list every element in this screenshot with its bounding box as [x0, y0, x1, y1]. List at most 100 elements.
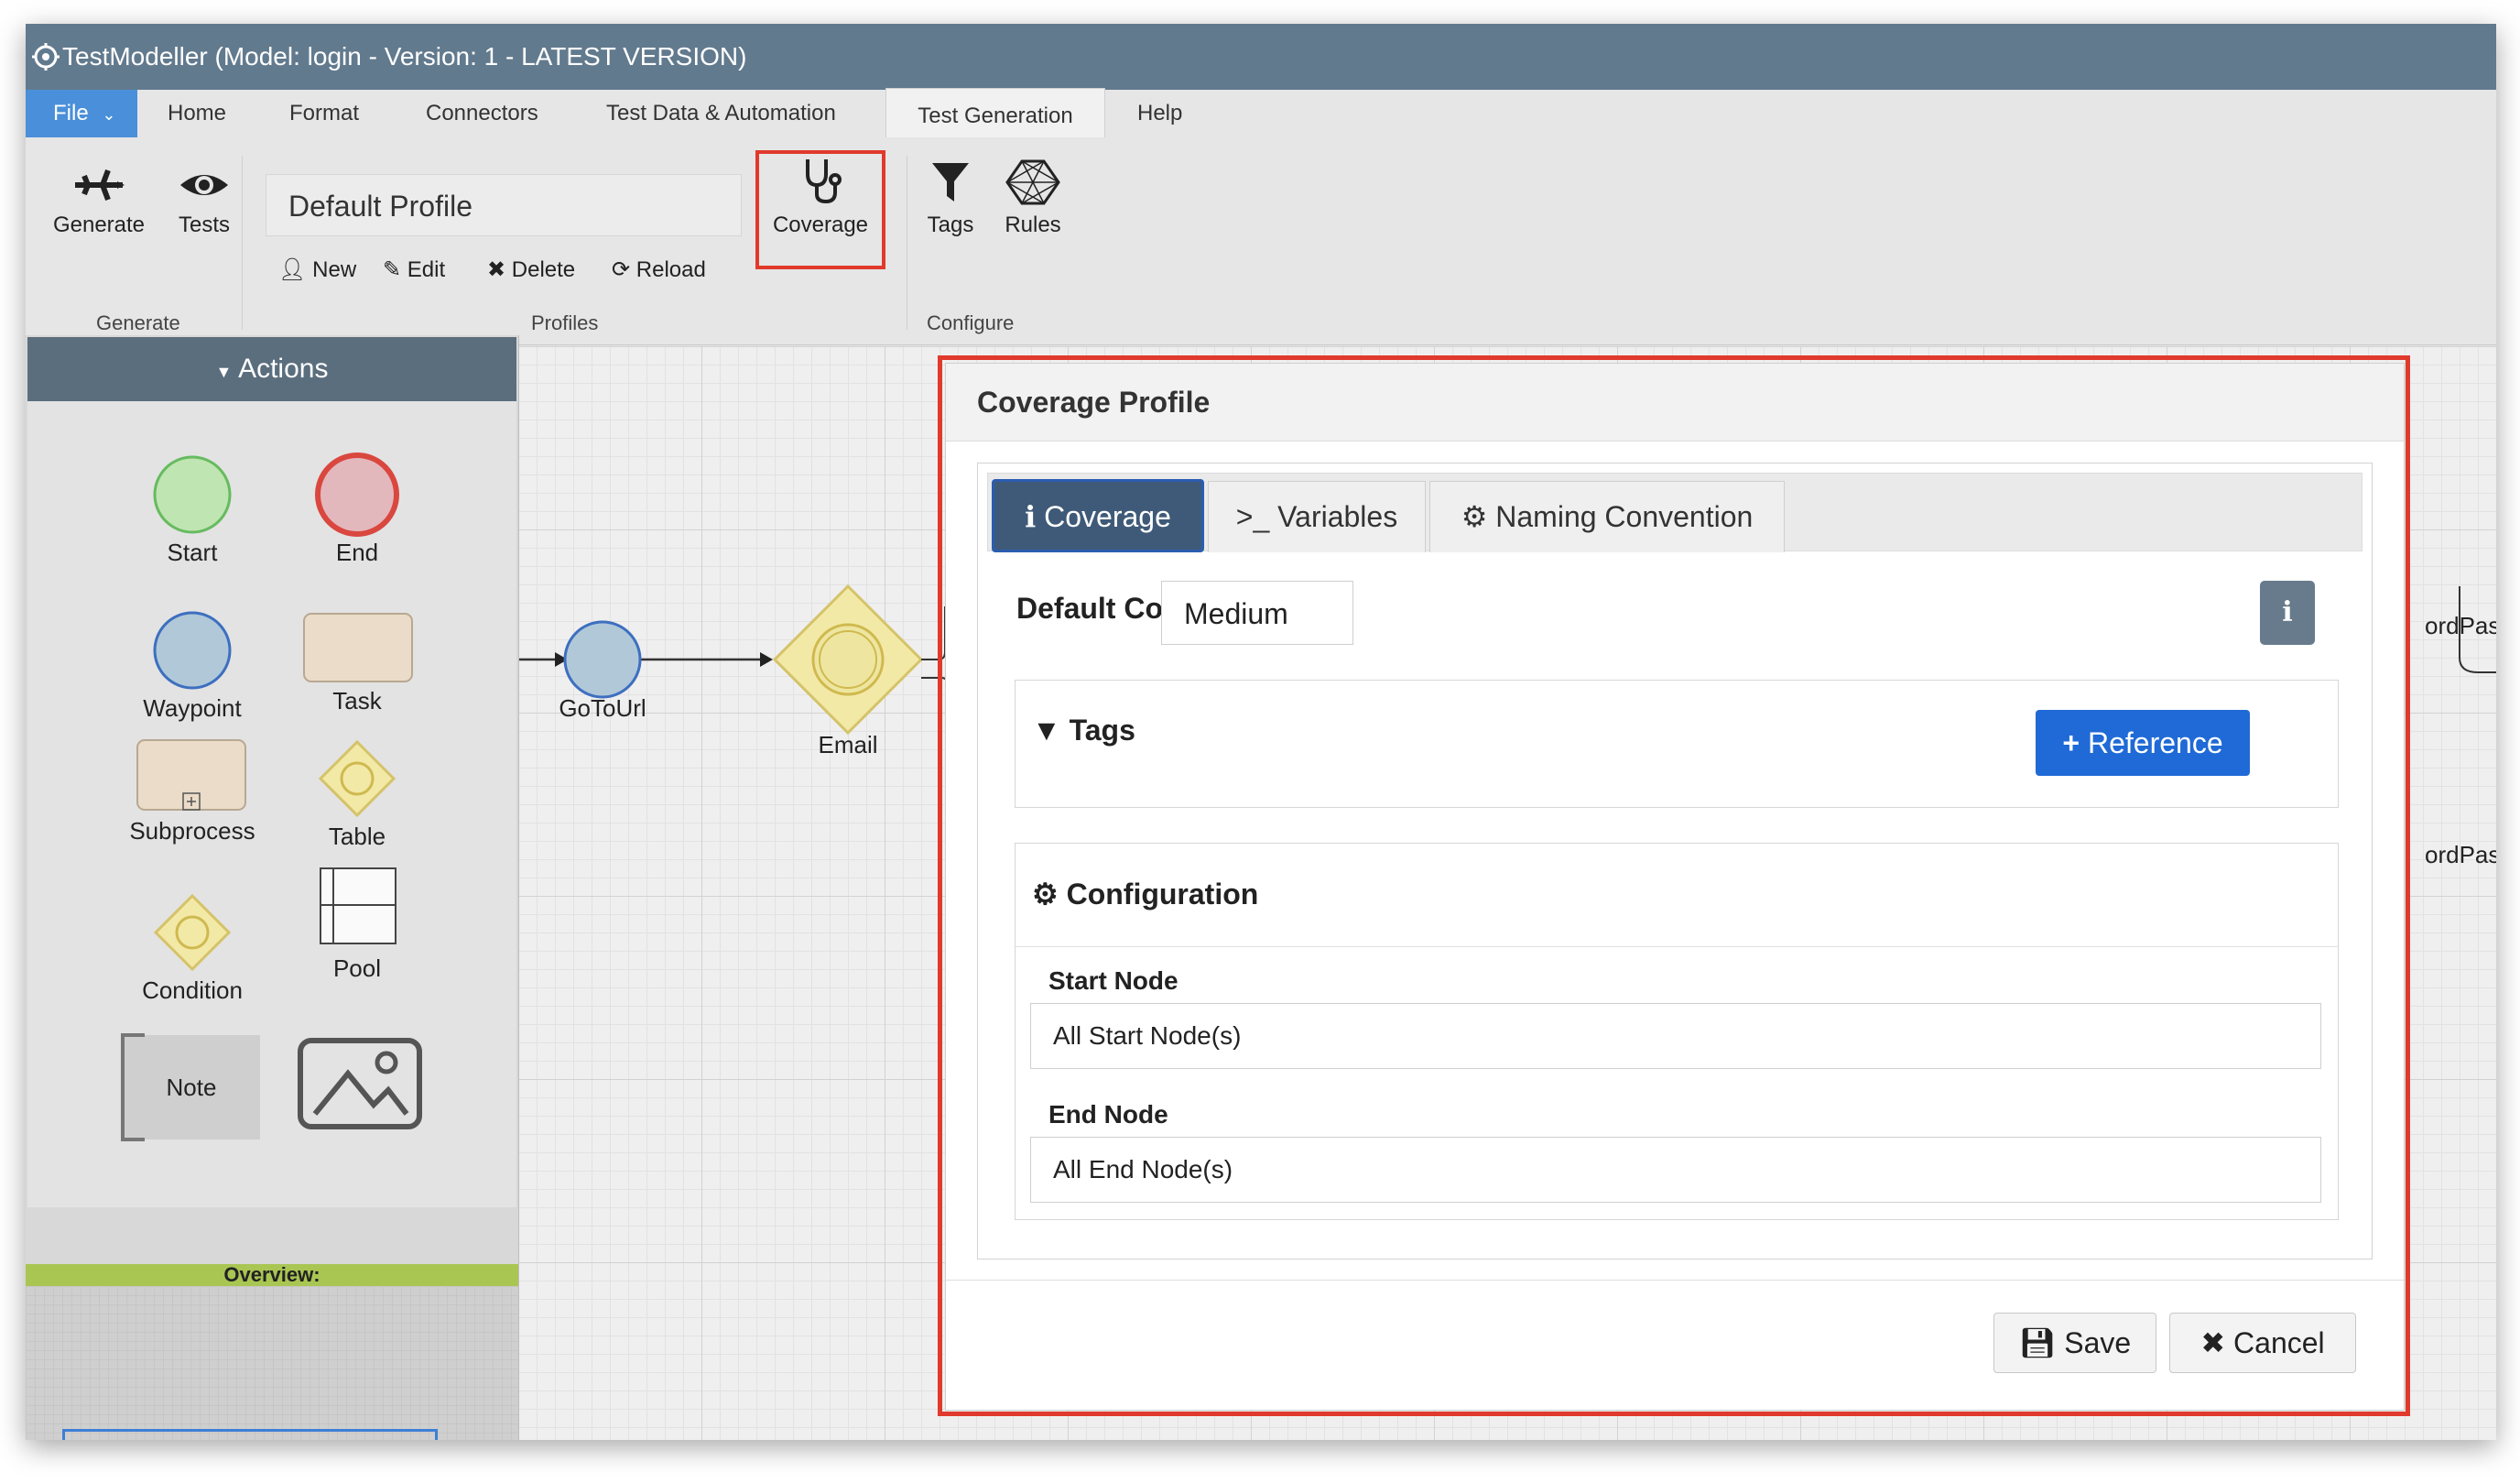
tags-card-title: ▼ Tags	[1032, 714, 1135, 747]
tests-label: Tests	[178, 213, 230, 237]
menu-home[interactable]: Home	[168, 90, 226, 137]
default-coverage-select[interactable]: Medium	[1161, 581, 1353, 645]
chevron-down-icon: ⌄	[102, 105, 116, 124]
tab-variables-label: Variables	[1277, 500, 1398, 533]
reload-profile-button[interactable]: ⟳ Reload	[612, 256, 706, 283]
coverage-profile-dialog: Coverage Profile i Coverage >_ Variables…	[945, 363, 2405, 1411]
table-shape[interactable]	[318, 739, 396, 818]
shape-palette: Start End Waypoint Task Subprocess Table…	[27, 401, 516, 1207]
end-node-field[interactable]: All End Node(s)	[1030, 1137, 2321, 1203]
gotourl-node[interactable]	[563, 620, 642, 699]
start-label: Start	[167, 539, 218, 566]
menu-file-label: File	[53, 101, 89, 125]
start-shape[interactable]	[153, 455, 232, 534]
rules-button[interactable]: Rules	[996, 159, 1070, 238]
coverage-info-button[interactable]: i	[2260, 581, 2315, 645]
tab-naming-convention[interactable]: ⚙ Naming Convention	[1429, 481, 1785, 552]
overview-minimap[interactable]	[26, 1286, 518, 1440]
dialog-body: i Coverage >_ Variables ⚙ Naming Convent…	[977, 463, 2373, 1259]
cancel-button[interactable]: ✖ Cancel	[2169, 1313, 2356, 1373]
card-divider	[1016, 946, 2338, 947]
task-shape[interactable]	[303, 613, 413, 682]
new-label: New	[312, 257, 357, 282]
reload-label: Reload	[635, 257, 706, 282]
menu-test-data-automation[interactable]: Test Data & Automation	[606, 90, 836, 137]
configuration-title: Configuration	[1066, 878, 1259, 911]
plus-icon: +	[2062, 726, 2080, 759]
menu-connectors[interactable]: Connectors	[426, 90, 538, 137]
start-node-field[interactable]: All Start Node(s)	[1030, 1003, 2321, 1069]
start-node-label: Start Node	[1048, 966, 1179, 995]
ribbon-toolbar: Generate Tests Generate Default Profile …	[26, 137, 2496, 345]
gear-icon: ⚙	[1461, 500, 1488, 533]
waypoint-label: Waypoint	[143, 694, 242, 722]
edit-profile-button[interactable]: ✎ Edit	[383, 256, 445, 283]
info-icon: i	[2282, 596, 2293, 628]
actions-panel-header[interactable]: ▼ Actions	[27, 337, 516, 401]
refresh-icon: ⟳	[612, 257, 631, 282]
tab-naming-label: Naming Convention	[1495, 500, 1754, 533]
close-circle-icon: ✖	[2200, 1326, 2226, 1359]
edge-label-lower: ordPassv	[2425, 841, 2496, 868]
filter-icon	[932, 163, 969, 202]
delete-profile-button[interactable]: ✖ Delete	[487, 256, 575, 283]
floppy-disk-icon: 💾︎	[2018, 1326, 2057, 1359]
filter-icon: ▼	[1032, 714, 1061, 747]
actions-panel: ▼ Actions Start End Waypoint Task Subpro…	[26, 335, 519, 1440]
x-icon: ✖	[487, 257, 506, 282]
save-label: Save	[2064, 1326, 2132, 1359]
tab-coverage[interactable]: i Coverage	[992, 479, 1204, 552]
tags-button[interactable]: Tags	[918, 159, 983, 238]
waypoint-shape[interactable]	[153, 611, 232, 690]
save-button[interactable]: 💾︎ Save	[1993, 1313, 2156, 1373]
dialog-header: Coverage Profile	[946, 364, 2404, 442]
condition-label: Condition	[142, 976, 243, 1004]
edge-label-upper: ordPassw	[2425, 612, 2496, 639]
menu-file[interactable]: File ⌄	[26, 90, 138, 137]
add-reference-button[interactable]: + Reference	[2036, 710, 2250, 776]
edge-gotourl-email[interactable]	[635, 652, 773, 667]
menu-bar: File ⌄ Home Format Connectors Test Data …	[26, 88, 2496, 140]
tests-button[interactable]: Tests	[163, 165, 245, 238]
profiles-group-label: Profiles	[531, 311, 599, 334]
edit-label: Edit	[407, 257, 446, 282]
gear-icon: ⚙	[1032, 878, 1059, 911]
profile-select[interactable]: Default Profile	[266, 174, 742, 236]
generate-label: Generate	[52, 213, 146, 237]
tab-variables[interactable]: >_ Variables	[1208, 481, 1426, 552]
tab-strip: i Coverage >_ Variables ⚙ Naming Convent…	[987, 473, 2362, 552]
generate-group-label: Generate	[96, 311, 180, 334]
minimap-viewport[interactable]	[62, 1429, 438, 1440]
image-icon[interactable]	[298, 1038, 422, 1129]
menu-format[interactable]: Format	[289, 90, 359, 137]
edge-start-gotourl[interactable]	[518, 652, 568, 667]
network-icon	[1005, 159, 1060, 205]
tags-card: ▼ Tags + Reference	[1015, 680, 2339, 808]
configure-group-label: Configure	[927, 311, 1015, 334]
overview-header: Overview:	[26, 1264, 518, 1286]
configuration-card-title: ⚙ Configuration	[1032, 877, 1258, 911]
new-profile-button[interactable]: 👤︎ New	[278, 256, 356, 283]
rules-label: Rules	[1005, 213, 1061, 237]
tags-label: Tags	[927, 213, 974, 237]
edit-icon: ✎	[383, 257, 402, 282]
email-label: Email	[818, 731, 878, 758]
end-shape[interactable]	[315, 453, 399, 537]
gotourl-label: GoToUrl	[559, 694, 646, 722]
email-node-inner-circle	[811, 623, 885, 696]
end-label: End	[335, 539, 379, 566]
task-label: Task	[332, 687, 382, 714]
note-label: Note	[166, 1074, 217, 1101]
menu-help[interactable]: Help	[1137, 90, 1182, 137]
terminal-icon: >_	[1235, 500, 1270, 533]
app-window: TestModeller (Model: login - Version: 1 …	[26, 24, 2496, 1440]
delete-label: Delete	[511, 257, 576, 282]
condition-shape[interactable]	[153, 893, 232, 972]
eye-icon	[180, 175, 228, 195]
plane-icon	[75, 169, 125, 202]
dialog-title: Coverage Profile	[977, 386, 1211, 419]
tags-title: Tags	[1069, 714, 1135, 747]
generate-button[interactable]: Generate	[44, 165, 154, 238]
menu-test-generation[interactable]: Test Generation	[885, 88, 1105, 140]
dialog-footer-divider	[946, 1280, 2404, 1281]
